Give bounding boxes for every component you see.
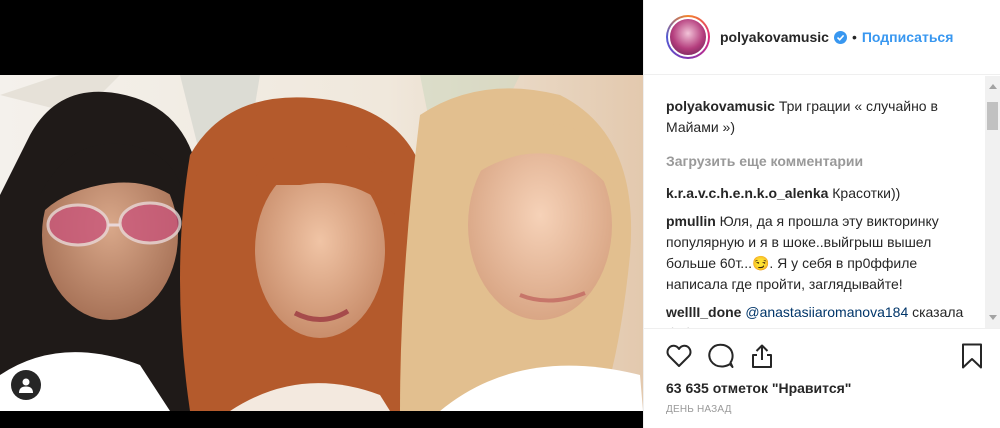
post-photo[interactable] xyxy=(0,75,643,411)
user-icon xyxy=(19,378,33,393)
post-timestamp[interactable]: ДЕНЬ НАЗАД xyxy=(666,404,979,415)
separator-dot: • xyxy=(851,29,857,45)
action-icons xyxy=(666,341,982,371)
likes-count[interactable]: 63 635 отметок "Нравится" xyxy=(666,380,979,396)
scroll-down-icon[interactable] xyxy=(989,315,997,320)
comment-item: k.r.a.v.c.h.e.n.k.o_alenka Красотки)) xyxy=(666,183,979,204)
selfie-image xyxy=(0,75,643,411)
comment-icon[interactable] xyxy=(708,343,734,369)
comment-item: pmullin Юля, да я прошла эту викторинку … xyxy=(666,211,979,295)
comment-text: Красотки)) xyxy=(832,185,901,201)
comments-scrollbar[interactable] xyxy=(985,76,1000,328)
scrollbar-thumb[interactable] xyxy=(987,102,998,130)
post-sidebar: polyakovamusic • Подписаться polyakovamu… xyxy=(643,0,1000,428)
verified-badge-icon xyxy=(833,30,847,44)
post-header: polyakovamusic • Подписаться xyxy=(644,0,1000,75)
caption: polyakovamusic Три грации « случайно в М… xyxy=(666,96,979,138)
post-actions: 63 635 отметок "Нравится" ДЕНЬ НАЗАД xyxy=(644,328,1000,415)
avatar[interactable] xyxy=(666,15,710,59)
comment-mention[interactable]: @anastasiiaromanova184 xyxy=(745,304,908,320)
post-media xyxy=(0,0,643,428)
comment-username[interactable]: k.r.a.v.c.h.e.n.k.o_alenka xyxy=(666,185,828,201)
load-more-comments-button[interactable]: Загрузить еще комментарии xyxy=(666,151,979,172)
header-username[interactable]: polyakovamusic xyxy=(720,29,829,45)
caption-username[interactable]: polyakovamusic xyxy=(666,98,775,114)
comments-list: polyakovamusic Три грации « случайно в М… xyxy=(644,76,1000,328)
comment-username[interactable]: welllI_done xyxy=(666,304,741,320)
comment-username[interactable]: pmullin xyxy=(666,213,716,229)
scroll-up-icon[interactable] xyxy=(989,84,997,89)
instagram-post: polyakovamusic • Подписаться polyakovamu… xyxy=(0,0,1000,428)
bookmark-icon[interactable] xyxy=(961,343,983,369)
share-icon[interactable] xyxy=(750,343,774,369)
heart-icon[interactable] xyxy=(666,344,692,368)
comment-item: welllI_done @anastasiiaromanova184 сказа… xyxy=(666,302,979,328)
tagged-users-button[interactable] xyxy=(11,370,41,400)
follow-button[interactable]: Подписаться xyxy=(862,29,954,45)
